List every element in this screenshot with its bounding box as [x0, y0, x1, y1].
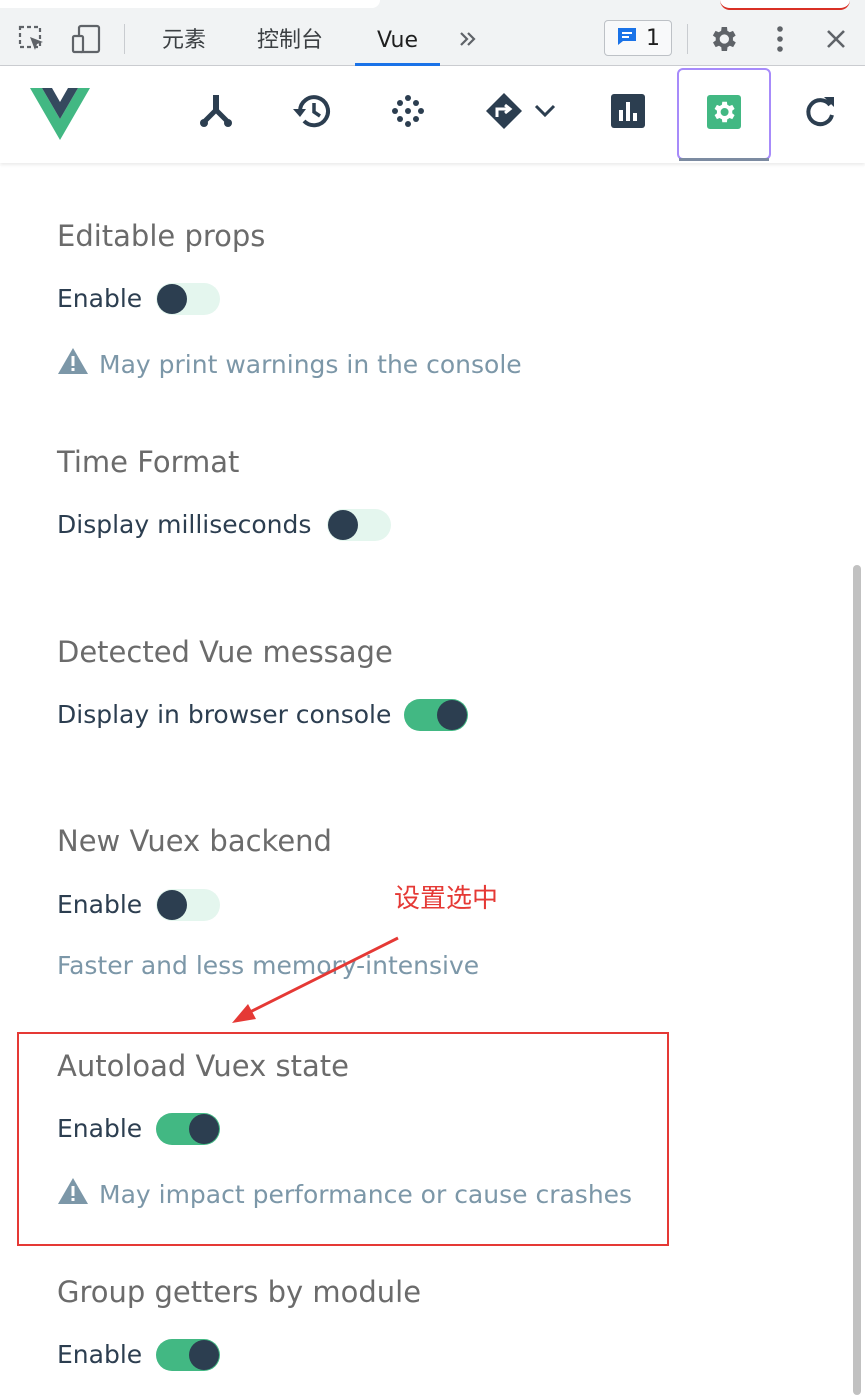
close-icon[interactable] [820, 22, 852, 56]
routing-button[interactable] [470, 66, 570, 160]
section-title-time-format: Time Format [57, 445, 240, 479]
section-title-editable-props: Editable props [57, 219, 266, 253]
refresh-icon [802, 93, 838, 134]
vue-devtools-toolbar [0, 66, 865, 163]
new-vuex-backend-note: Faster and less memory-intensive [57, 951, 479, 980]
editable-props-warning: May print warnings in the console [57, 347, 522, 381]
component-tree-icon [197, 92, 235, 135]
scrollbar-thumb[interactable] [853, 565, 861, 1395]
time-format-label: Display milliseconds [57, 510, 312, 539]
toolbar-divider [124, 24, 125, 54]
toggle-knob [437, 700, 467, 730]
new-vuex-backend-note-text: Faster and less memory-intensive [57, 951, 480, 980]
section-title-group-getters: Group getters by module [57, 1275, 422, 1309]
more-tabs-icon[interactable] [452, 22, 484, 56]
tab-elements[interactable]: 元素 [162, 22, 206, 64]
toggle-knob [157, 890, 187, 920]
timeline-button[interactable] [265, 66, 359, 160]
detected-vue-message-label: Display in browser console [57, 700, 392, 729]
devtools-tab-bar: 元素 控制台 Vue 1 [0, 0, 865, 66]
annotation-highlight-box [17, 1032, 669, 1246]
kebab-menu-icon[interactable] [764, 22, 796, 56]
bar-chart-icon [611, 93, 645, 133]
vue-logo [30, 88, 90, 145]
settings-gear-icon [707, 94, 741, 134]
tab-console[interactable]: 控制台 [257, 22, 323, 64]
components-button[interactable] [169, 66, 263, 160]
refresh-button[interactable] [773, 66, 865, 160]
inspect-element-icon[interactable] [16, 22, 48, 56]
editable-props-label: Enable [57, 284, 143, 313]
browser-chrome-strip [0, 0, 380, 8]
tab-vue[interactable]: Vue [354, 22, 441, 66]
editable-props-warning-text: May print warnings in the console [99, 349, 522, 379]
warning-icon [57, 347, 89, 381]
dots-grid-icon [391, 94, 425, 133]
annotation-label: 设置选中 [394, 884, 499, 914]
chevron-down-icon [534, 104, 556, 123]
vuex-button[interactable] [361, 66, 455, 160]
display-milliseconds-toggle[interactable] [327, 509, 391, 541]
issues-icon [616, 25, 638, 52]
editable-props-toggle[interactable] [156, 283, 220, 315]
history-icon [291, 91, 333, 136]
gear-icon[interactable] [707, 22, 739, 56]
section-title-detected-vue-message: Detected Vue message [57, 635, 393, 669]
settings-button[interactable] [677, 68, 771, 161]
toggle-knob [157, 284, 187, 314]
new-vuex-backend-toggle[interactable] [156, 889, 220, 921]
group-getters-toggle[interactable] [156, 1339, 220, 1371]
toggle-knob [189, 1340, 219, 1370]
performance-button[interactable] [581, 66, 675, 160]
section-title-new-vuex-backend: New Vuex backend [57, 824, 332, 858]
toolbar-divider [687, 24, 688, 54]
issues-count: 1 [646, 25, 660, 51]
display-in-console-toggle[interactable] [404, 699, 468, 731]
device-toolbar-icon[interactable] [70, 22, 102, 56]
issues-button[interactable]: 1 [604, 20, 672, 56]
group-getters-label: Enable [57, 1340, 143, 1369]
directions-icon [484, 91, 524, 136]
browser-chrome-strip [720, 0, 850, 10]
toggle-knob [328, 510, 358, 540]
new-vuex-backend-label: Enable [57, 890, 143, 919]
